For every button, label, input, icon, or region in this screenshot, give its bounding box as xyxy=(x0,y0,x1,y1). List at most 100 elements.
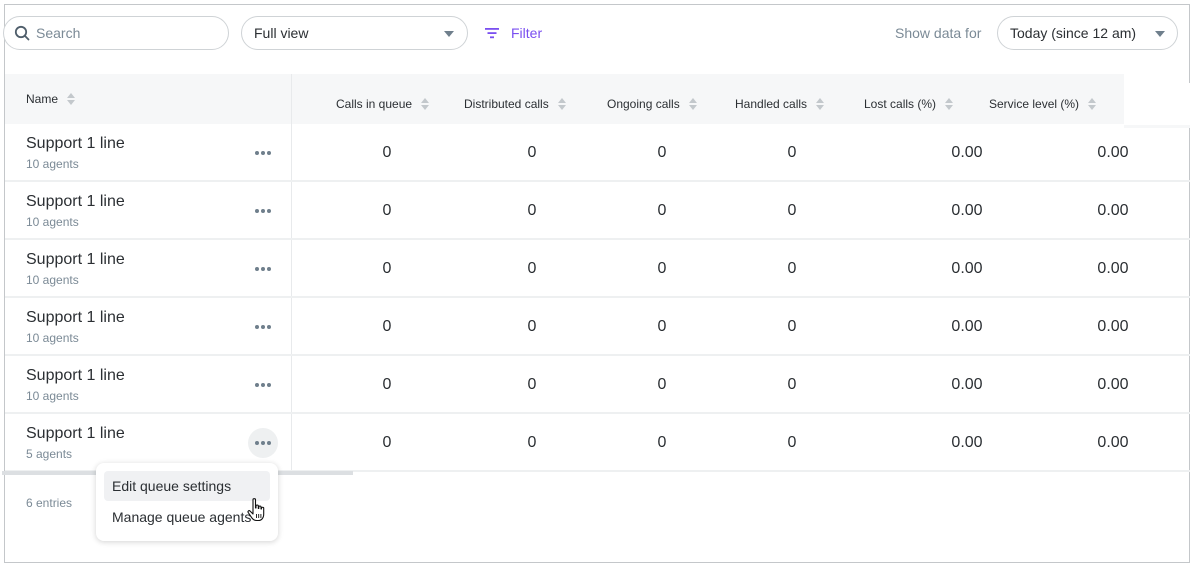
more-dots-icon xyxy=(261,325,265,329)
filter-button[interactable]: Filter xyxy=(485,22,542,44)
cell-service-level: 0.00 xyxy=(1097,318,1129,335)
column-header-service-level[interactable]: Service level (%) xyxy=(989,97,1097,111)
cell-service-level: 0.00 xyxy=(1097,434,1129,451)
cell-service-level: 0.00 xyxy=(1097,260,1129,277)
show-data-label: Show data for xyxy=(895,25,982,41)
sort-icon[interactable] xyxy=(816,98,825,110)
column-header-label: Service level (%) xyxy=(989,97,1080,111)
cell-handled-calls: 0 xyxy=(787,318,797,335)
queue-agents-count: 10 agents xyxy=(26,331,79,345)
cell-calls-in-queue: 0 xyxy=(382,144,392,161)
row-more-button[interactable] xyxy=(248,312,278,342)
more-dots-icon xyxy=(261,209,265,213)
queue-name[interactable]: Support 1 line xyxy=(26,251,125,269)
cell-handled-calls: 0 xyxy=(787,376,797,393)
more-dots-icon xyxy=(261,441,265,445)
cell-distributed-calls: 0 xyxy=(527,376,537,393)
cell-distributed-calls: 0 xyxy=(527,202,537,219)
queue-name[interactable]: Support 1 line xyxy=(26,425,125,443)
more-dots-icon xyxy=(261,267,265,271)
table-row[interactable]: Support 1 line 10 agents 0 0 0 0 0.00 0.… xyxy=(5,182,1190,240)
cell-calls-in-queue: 0 xyxy=(382,434,392,451)
cell-handled-calls: 0 xyxy=(787,202,797,219)
cell-lost-calls: 0.00 xyxy=(951,318,983,335)
column-header-label: Handled calls xyxy=(735,97,808,111)
chevron-down-icon xyxy=(1155,31,1165,37)
table-row[interactable]: Support 1 line 10 agents 0 0 0 0 0.00 0.… xyxy=(5,298,1190,356)
sort-icon[interactable] xyxy=(1088,98,1097,110)
column-header-lost-calls[interactable]: Lost calls (%) xyxy=(864,97,954,111)
column-header-handled-calls[interactable]: Handled calls xyxy=(735,97,825,111)
cell-handled-calls: 0 xyxy=(787,434,797,451)
search-field[interactable] xyxy=(3,16,229,50)
row-more-button[interactable] xyxy=(248,254,278,284)
cell-lost-calls: 0.00 xyxy=(951,202,983,219)
table-header-gap xyxy=(1124,83,1190,128)
queue-agents-count: 10 agents xyxy=(26,389,79,403)
sort-icon[interactable] xyxy=(688,98,697,110)
period-select-value: Today (since 12 am) xyxy=(1010,25,1137,41)
cell-ongoing-calls: 0 xyxy=(657,260,667,277)
cell-handled-calls: 0 xyxy=(787,144,797,161)
table-row[interactable]: Support 1 line 10 agents 0 0 0 0 0.00 0.… xyxy=(5,124,1190,182)
row-more-button[interactable] xyxy=(248,196,278,226)
chevron-down-icon xyxy=(444,31,454,37)
cell-ongoing-calls: 0 xyxy=(657,434,667,451)
queue-name[interactable]: Support 1 line xyxy=(26,135,125,153)
column-header-distributed-calls[interactable]: Distributed calls xyxy=(464,97,566,111)
queue-name[interactable]: Support 1 line xyxy=(26,193,125,211)
sort-icon[interactable] xyxy=(945,98,954,110)
more-dots-icon xyxy=(255,441,259,445)
table-row[interactable]: Support 1 line 10 agents 0 0 0 0 0.00 0.… xyxy=(5,240,1190,298)
view-select-value: Full view xyxy=(254,25,309,41)
column-header-label: Lost calls (%) xyxy=(864,97,937,111)
cell-lost-calls: 0.00 xyxy=(951,260,983,277)
cell-distributed-calls: 0 xyxy=(527,434,537,451)
cell-lost-calls: 0.00 xyxy=(951,376,983,393)
queue-agents-count: 10 agents xyxy=(26,157,79,171)
cell-distributed-calls: 0 xyxy=(527,318,537,335)
filter-label: Filter xyxy=(511,25,543,41)
column-header-ongoing-calls[interactable]: Ongoing calls xyxy=(607,97,697,111)
cell-calls-in-queue: 0 xyxy=(382,318,392,335)
entries-count: 6 entries xyxy=(26,496,73,510)
cell-calls-in-queue: 0 xyxy=(382,260,392,277)
more-dots-icon xyxy=(255,383,259,387)
cell-ongoing-calls: 0 xyxy=(657,376,667,393)
cell-ongoing-calls: 0 xyxy=(657,318,667,335)
table-row[interactable]: Support 1 line 10 agents 0 0 0 0 0.00 0.… xyxy=(5,356,1190,414)
cell-ongoing-calls: 0 xyxy=(657,144,667,161)
sort-icon[interactable] xyxy=(421,98,430,110)
more-dots-icon xyxy=(255,267,259,271)
more-dots-icon xyxy=(261,151,265,155)
cell-ongoing-calls: 0 xyxy=(657,202,667,219)
more-dots-icon xyxy=(255,325,259,329)
column-header-name[interactable]: Name xyxy=(26,92,76,106)
cell-service-level: 0.00 xyxy=(1097,376,1129,393)
row-more-button[interactable] xyxy=(248,428,278,458)
cell-lost-calls: 0.00 xyxy=(951,434,983,451)
row-more-button[interactable] xyxy=(248,138,278,168)
cell-calls-in-queue: 0 xyxy=(382,376,392,393)
more-dots-icon xyxy=(267,325,271,329)
sort-icon[interactable] xyxy=(557,98,566,110)
cell-service-level: 0.00 xyxy=(1097,144,1129,161)
row-more-button[interactable] xyxy=(248,370,278,400)
more-dots-icon xyxy=(261,383,265,387)
filter-icon xyxy=(485,28,499,39)
more-dots-icon xyxy=(267,267,271,271)
cell-distributed-calls: 0 xyxy=(527,260,537,277)
hand-cursor-icon xyxy=(247,498,265,522)
cell-distributed-calls: 0 xyxy=(527,144,537,161)
cell-service-level: 0.00 xyxy=(1097,202,1129,219)
search-icon xyxy=(14,25,30,41)
queue-name[interactable]: Support 1 line xyxy=(26,367,125,385)
queue-name[interactable]: Support 1 line xyxy=(26,309,125,327)
column-header-label: Name xyxy=(26,92,59,106)
cell-lost-calls: 0.00 xyxy=(951,144,983,161)
sort-icon[interactable] xyxy=(67,93,76,105)
view-select[interactable]: Full view xyxy=(241,16,468,50)
period-select[interactable]: Today (since 12 am) xyxy=(997,16,1178,50)
search-input[interactable] xyxy=(36,25,216,41)
column-header-calls-in-queue[interactable]: Calls in queue xyxy=(336,97,430,111)
